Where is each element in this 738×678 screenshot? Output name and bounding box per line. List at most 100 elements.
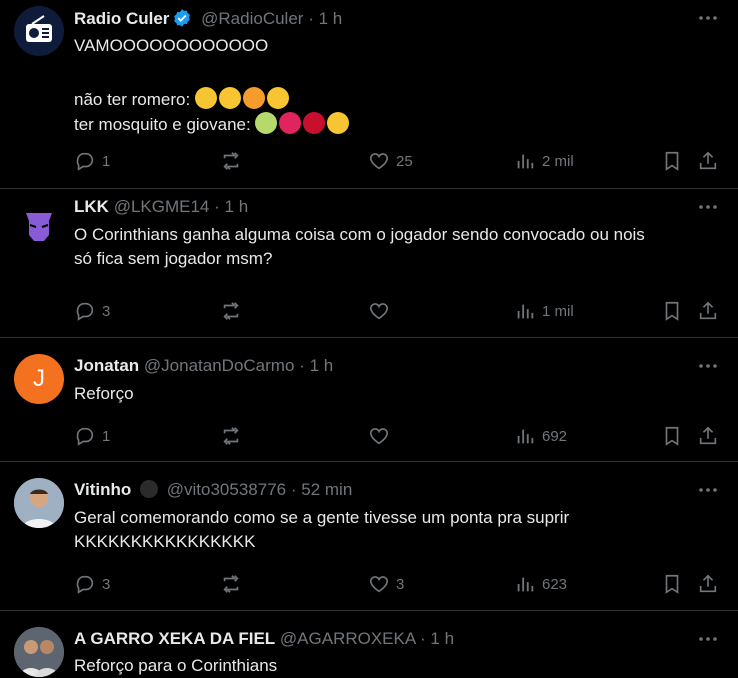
tweet-vitinho[interactable]: Vitinho @vito30538776 · 52 min Geral com… (0, 462, 738, 611)
tweet-line: Reforço (74, 384, 134, 403)
avatar[interactable]: J (14, 354, 64, 404)
reply-button[interactable]: 1 (74, 149, 110, 173)
tweet-text: VAMOOOOOOOOOOOO não ter romero: ter mosq… (74, 34, 722, 137)
views-button[interactable]: 692 (514, 424, 567, 448)
cursing-emoji-icon (303, 112, 326, 134)
avatar-letter: J (33, 365, 45, 392)
retweet-button[interactable] (220, 149, 242, 173)
reply-count: 1 (102, 427, 111, 445)
disappointed-emoji-icon (327, 112, 350, 134)
handle[interactable]: @RadioCuler (201, 9, 303, 28)
share-icon (699, 151, 717, 170)
tweet-header: A GARRO XEKA DA FIEL @AGARROXEKA · 1 h (74, 629, 688, 649)
like-icon (369, 576, 389, 593)
avatar-image (26, 213, 52, 241)
handle[interactable]: @AGARROXEKA (280, 629, 415, 648)
bookmark-button[interactable] (661, 572, 683, 596)
tweet-line: ter mosquito e giovane: (74, 112, 722, 137)
tweet-line: KKKKKKKKKKKKKKKK (74, 532, 256, 551)
reply-button[interactable]: 3 (74, 572, 110, 596)
tweet-agarroxeka[interactable]: A GARRO XEKA DA FIEL @AGARROXEKA · 1 h R… (0, 611, 738, 678)
share-button[interactable] (697, 149, 719, 173)
retweet-icon (223, 152, 239, 170)
share-button[interactable] (697, 424, 719, 448)
separator-dot: · (214, 197, 220, 216)
share-button[interactable] (697, 572, 719, 596)
tweet-line: Reforço para o Corinthians (74, 656, 278, 675)
display-name[interactable]: Vitinho (74, 480, 131, 499)
reply-count: 1 (102, 152, 111, 170)
tweet-lkk[interactable]: LKK @LKGME14 · 1 h O Corinthians ganha a… (0, 189, 738, 338)
views-button[interactable]: 1 mil (514, 299, 574, 323)
bookmark-button[interactable] (661, 149, 683, 173)
more-icon[interactable] (696, 6, 720, 30)
smiling-hearts-emoji-icon (242, 87, 265, 109)
tweet-line: O Corinthians ganha alguma coisa com o j… (74, 225, 645, 244)
reply-icon (76, 575, 94, 594)
reply-feed: Radio Culer @RadioCuler · 1 h VAMOOOOOOO… (0, 0, 738, 678)
reply-button[interactable]: 3 (74, 299, 110, 323)
reply-button[interactable]: 1 (74, 424, 110, 448)
tweet-jonatan[interactable]: J Jonatan @JonatanDoCarmo · 1 h Reforço … (0, 338, 738, 462)
more-icon[interactable] (696, 627, 720, 651)
tweet-text: O Corinthians ganha alguma coisa com o j… (74, 223, 722, 271)
retweet-button[interactable] (220, 299, 242, 323)
grin-emoji-icon (194, 87, 217, 109)
share-button[interactable] (697, 299, 719, 323)
retweet-button[interactable] (220, 572, 242, 596)
tweet-header: LKK @LKGME14 · 1 h (74, 197, 688, 217)
tweet-text: Geral comemorando como se a gente tivess… (74, 506, 722, 554)
like-icon (369, 428, 389, 445)
timestamp[interactable]: 1 h (319, 9, 343, 28)
more-icon[interactable] (696, 354, 720, 378)
tweet-line: só fica sem jogador msm? (74, 249, 273, 268)
display-name[interactable]: A GARRO XEKA DA FIEL (74, 629, 275, 648)
tweet-line: Geral comemorando como se a gente tivess… (74, 508, 570, 527)
bookmark-icon (665, 151, 679, 171)
bookmark-icon (665, 426, 679, 446)
views-button[interactable]: 2 mil (514, 149, 574, 173)
like-button[interactable]: 3 (368, 572, 404, 596)
like-icon (369, 303, 389, 320)
tweet-radio-culer[interactable]: Radio Culer @RadioCuler · 1 h VAMOOOOOOO… (0, 0, 738, 189)
views-icon (517, 154, 534, 169)
bookmark-icon (665, 301, 679, 321)
tweet-header: Vitinho @vito30538776 · 52 min (74, 480, 688, 500)
tweet-header: Radio Culer @RadioCuler · 1 h (74, 8, 688, 29)
reply-icon (76, 427, 94, 446)
like-button[interactable] (368, 299, 390, 323)
bookmark-icon (665, 574, 679, 594)
more-icon[interactable] (696, 478, 720, 502)
tweet-line: não ter romero: (74, 87, 722, 112)
handle[interactable]: @JonatanDoCarmo (144, 356, 295, 375)
handle[interactable]: @vito30538776 (167, 480, 286, 499)
tweet-actions: 1 25 2 mil (74, 149, 722, 173)
display-name[interactable]: Radio Culer (74, 9, 169, 28)
avatar[interactable] (14, 6, 64, 56)
views-button[interactable]: 623 (514, 572, 567, 596)
timestamp[interactable]: 52 min (301, 480, 352, 499)
retweet-icon (223, 427, 239, 445)
share-icon (699, 301, 717, 320)
like-icon (369, 153, 389, 170)
more-icon[interactable] (696, 195, 720, 219)
timestamp[interactable]: 1 h (430, 629, 454, 648)
separator-dot: · (420, 629, 426, 648)
handle[interactable]: @LKGME14 (114, 197, 210, 216)
display-name[interactable]: LKK (74, 197, 109, 216)
avatar[interactable] (14, 627, 64, 677)
timestamp[interactable]: 1 h (225, 197, 249, 216)
share-icon (699, 426, 717, 445)
retweet-button[interactable] (220, 424, 242, 448)
avatar[interactable] (14, 478, 64, 528)
avatar[interactable] (14, 199, 64, 249)
bookmark-button[interactable] (661, 299, 683, 323)
display-name[interactable]: Jonatan (74, 356, 139, 375)
tweet-actions: 3 1 mil (74, 299, 722, 323)
like-count: 3 (396, 575, 405, 593)
bookmark-button[interactable] (661, 424, 683, 448)
like-button[interactable] (368, 424, 390, 448)
views-icon (517, 304, 534, 319)
timestamp[interactable]: 1 h (310, 356, 334, 375)
like-button[interactable]: 25 (368, 149, 413, 173)
